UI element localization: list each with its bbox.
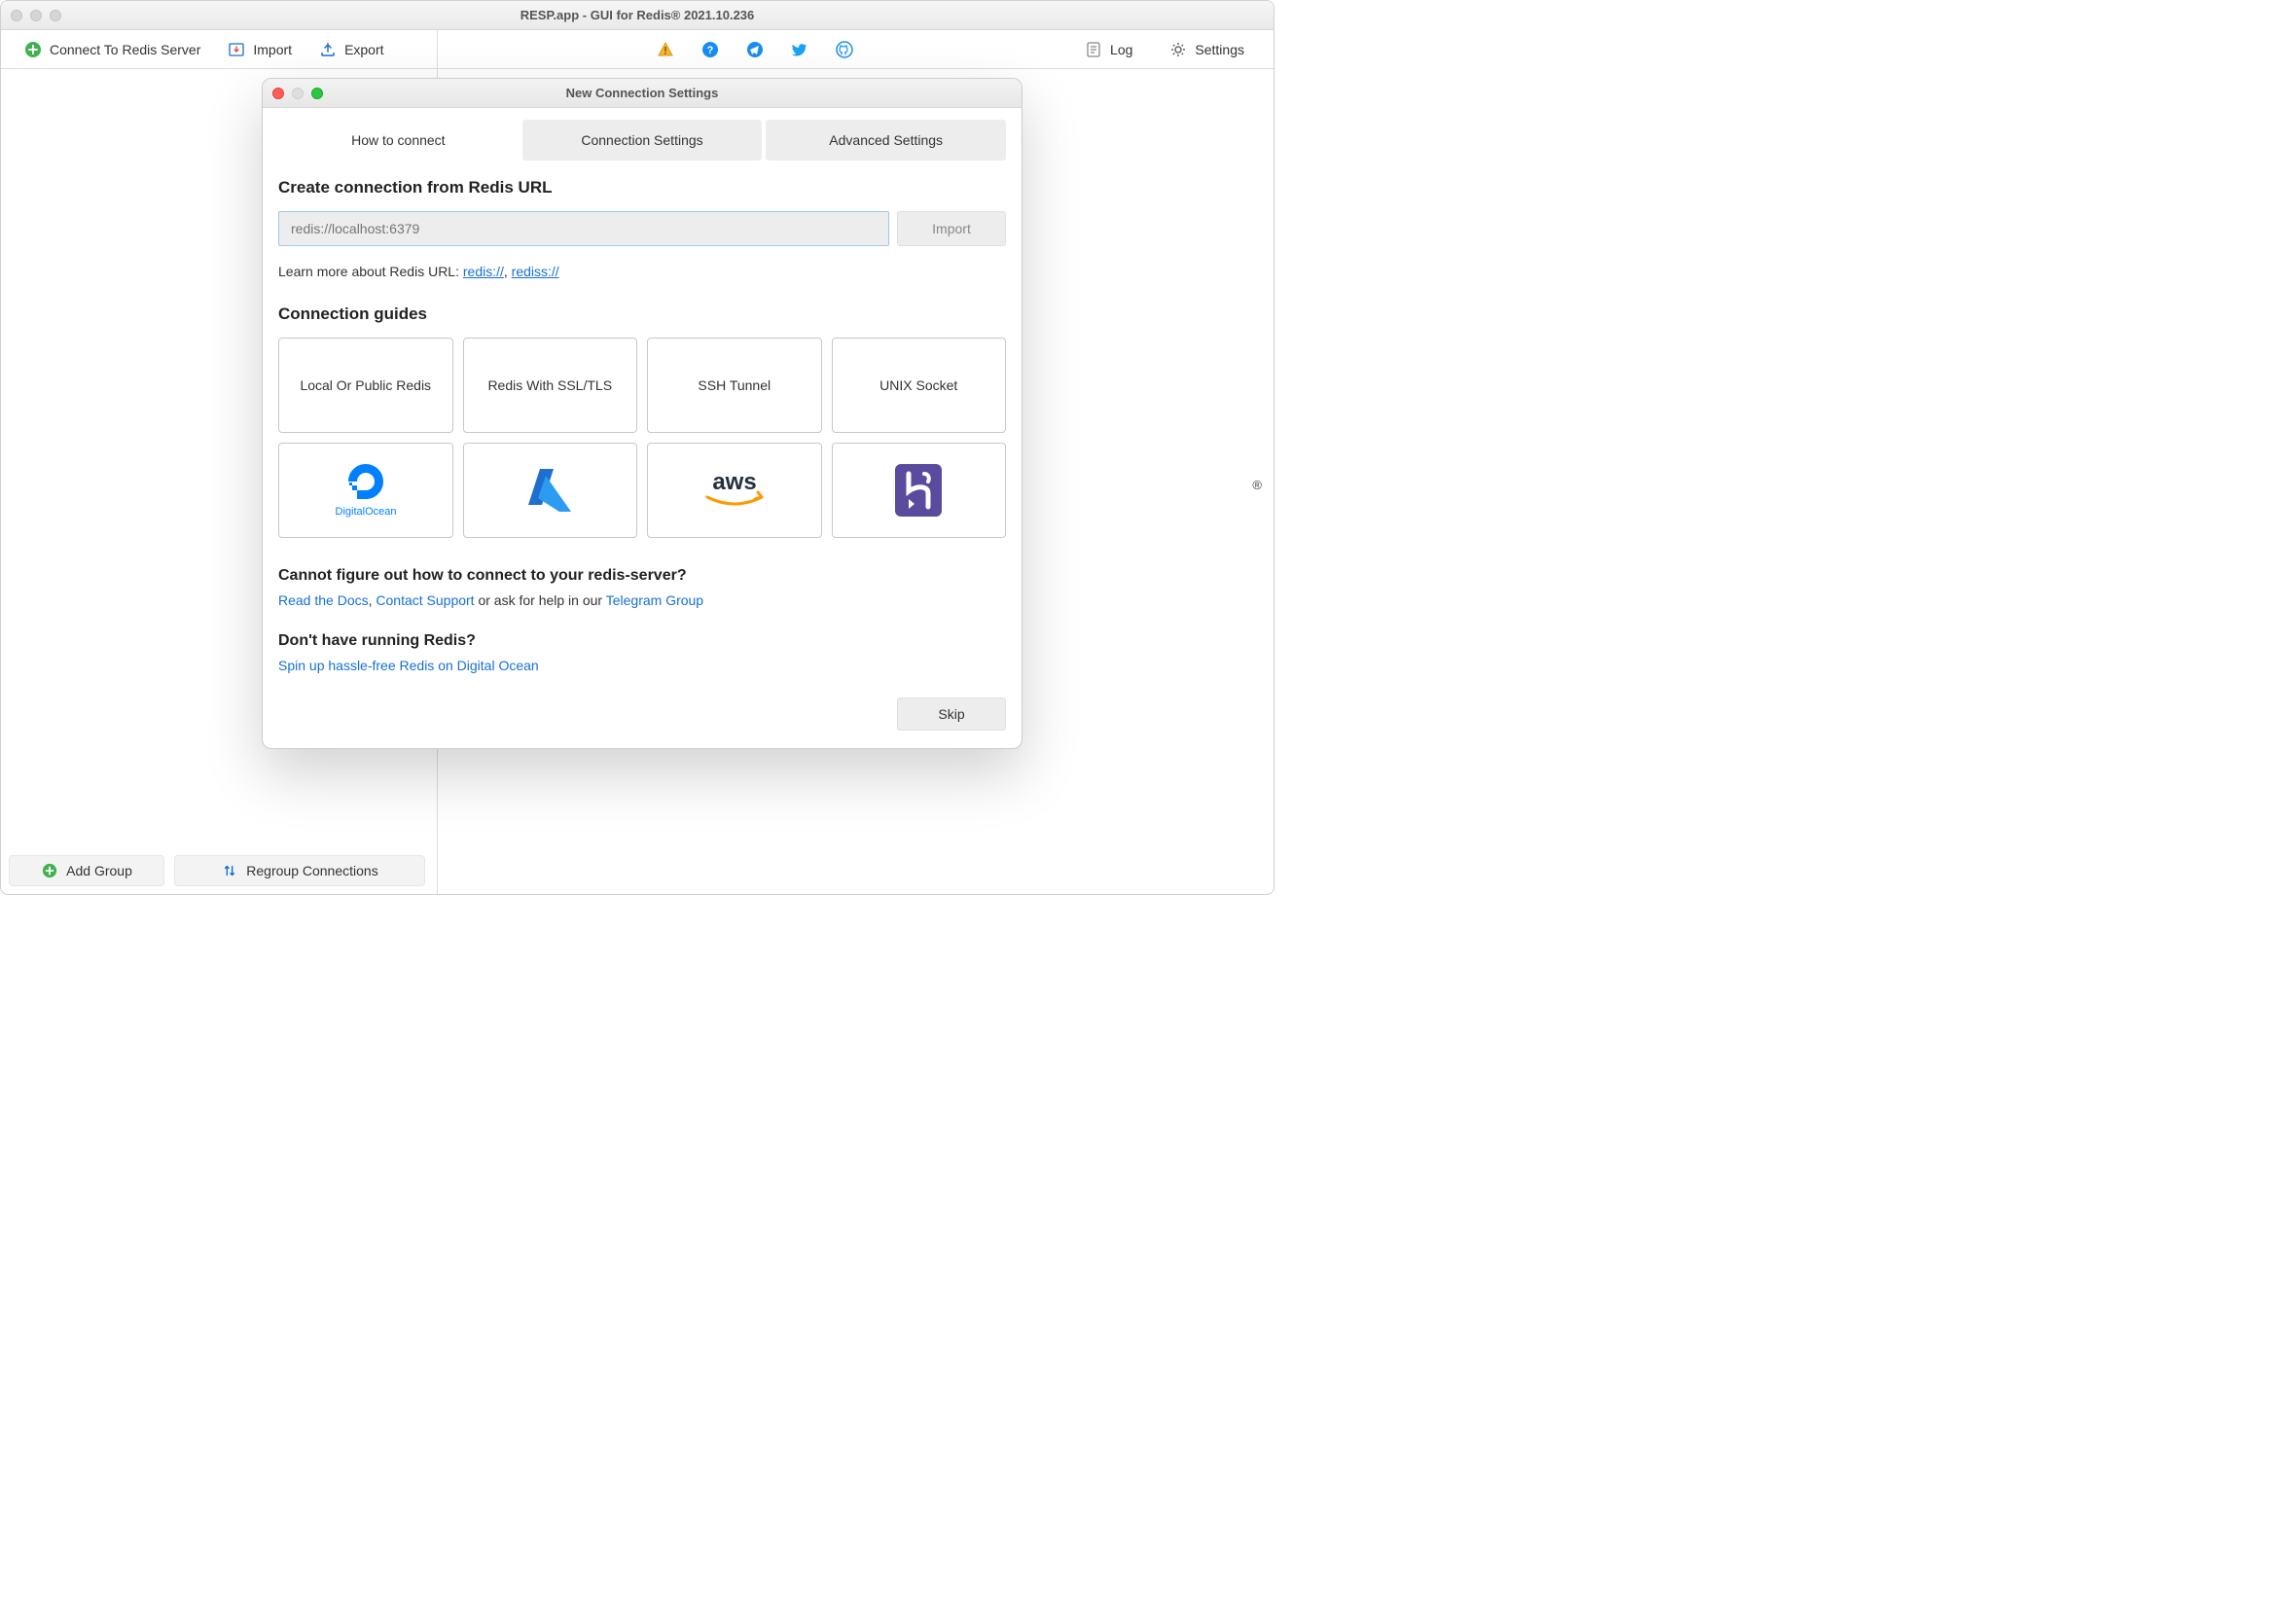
plus-circle-icon — [41, 862, 58, 879]
log-icon — [1085, 41, 1102, 58]
create-url-heading: Create connection from Redis URL — [278, 178, 1006, 197]
regroup-label: Regroup Connections — [246, 863, 377, 878]
cannot-connect-section: Cannot figure out how to connect to your… — [278, 567, 1006, 611]
guides-heading: Connection guides — [278, 304, 1006, 324]
github-icon[interactable] — [836, 41, 853, 58]
no-redis-heading: Don't have running Redis? — [278, 632, 1006, 650]
guide-heroku[interactable] — [832, 443, 1007, 538]
twitter-icon[interactable] — [791, 41, 808, 58]
guide-unix[interactable]: UNIX Socket — [832, 338, 1007, 433]
settings-label: Settings — [1195, 42, 1244, 57]
add-group-button[interactable]: Add Group — [9, 855, 164, 886]
settings-button[interactable]: Settings — [1156, 30, 1258, 68]
sort-arrows-icon — [221, 862, 238, 879]
new-connection-dialog: New Connection Settings How to connect C… — [262, 78, 1022, 749]
plus-circle-icon — [24, 41, 42, 58]
main-titlebar: RESP.app - GUI for Redis® 2021.10.236 — [1, 1, 1274, 30]
toolbar-mid: ? — [438, 30, 1071, 68]
redis-scheme-link[interactable]: redis:// — [463, 264, 504, 279]
digitalocean-icon: DigitalOcean — [322, 456, 410, 524]
toolbar-right: Log Settings — [1071, 30, 1274, 68]
guide-ssh[interactable]: SSH Tunnel — [647, 338, 822, 433]
contact-support-link[interactable]: Contact Support — [376, 592, 474, 608]
guide-azure[interactable] — [463, 443, 638, 538]
telegram-icon[interactable] — [746, 41, 764, 58]
learn-prefix: Learn more about Redis URL: — [278, 264, 463, 279]
sidebar-bottom: Add Group Regroup Connections — [1, 847, 437, 894]
help-icon[interactable]: ? — [701, 41, 719, 58]
window-title: RESP.app - GUI for Redis® 2021.10.236 — [1, 8, 1274, 22]
connect-button[interactable]: Connect To Redis Server — [11, 30, 214, 68]
tab-how-to-connect[interactable]: How to connect — [278, 120, 519, 161]
import-icon — [228, 41, 245, 58]
dialog-body: How to connect Connection Settings Advan… — [263, 108, 1022, 748]
svg-text:DigitalOcean: DigitalOcean — [335, 506, 396, 518]
tab-advanced-settings[interactable]: Advanced Settings — [766, 120, 1006, 161]
spin-up-link[interactable]: Spin up hassle-free Redis on Digital Oce… — [278, 658, 539, 673]
log-label: Log — [1110, 42, 1132, 57]
regroup-button[interactable]: Regroup Connections — [174, 855, 425, 886]
dialog-footer: Skip — [278, 698, 1006, 731]
rediss-scheme-link[interactable]: rediss:// — [512, 264, 559, 279]
svg-text:?: ? — [706, 45, 713, 56]
guide-ssl[interactable]: Redis With SSL/TLS — [463, 338, 638, 433]
warning-icon[interactable] — [657, 41, 674, 58]
dialog-tabs: How to connect Connection Settings Advan… — [278, 120, 1006, 161]
guides-grid: Local Or Public Redis Redis With SSL/TLS… — [278, 338, 1006, 538]
dialog-title: New Connection Settings — [263, 86, 1022, 100]
gear-icon — [1169, 41, 1187, 58]
connect-label: Connect To Redis Server — [50, 42, 200, 57]
heroku-icon — [891, 460, 946, 520]
import-label: Import — [253, 42, 292, 57]
export-label: Export — [344, 42, 383, 57]
tab-connection-settings[interactable]: Connection Settings — [522, 120, 763, 161]
svg-text:aws: aws — [712, 469, 756, 495]
skip-button[interactable]: Skip — [897, 698, 1006, 731]
learn-sep: , — [504, 264, 512, 279]
azure-icon — [520, 461, 579, 519]
add-group-label: Add Group — [66, 863, 132, 878]
cannot-body: Read the Docs, Contact Support or ask fo… — [278, 591, 1006, 611]
log-button[interactable]: Log — [1071, 30, 1146, 68]
cannot-heading: Cannot figure out how to connect to your… — [278, 567, 1006, 585]
import-button[interactable]: Import — [214, 30, 305, 68]
redis-url-input[interactable] — [278, 211, 889, 246]
trademark-text: ® — [1252, 478, 1262, 492]
main-toolbar: Connect To Redis Server Import Export ? — [1, 30, 1274, 69]
export-button[interactable]: Export — [305, 30, 397, 68]
learn-more-line: Learn more about Redis URL: redis://, re… — [278, 264, 1006, 279]
guide-local[interactable]: Local Or Public Redis — [278, 338, 453, 433]
dialog-titlebar: New Connection Settings — [263, 79, 1022, 108]
import-url-button[interactable]: Import — [897, 211, 1006, 246]
read-docs-link[interactable]: Read the Docs — [278, 592, 369, 608]
no-redis-section: Don't have running Redis? Spin up hassle… — [278, 632, 1006, 676]
telegram-group-link[interactable]: Telegram Group — [606, 592, 703, 608]
export-icon — [319, 41, 337, 58]
no-redis-body: Spin up hassle-free Redis on Digital Oce… — [278, 656, 1006, 676]
aws-icon: aws — [696, 466, 773, 515]
guide-aws[interactable]: aws — [647, 443, 822, 538]
url-row: Import — [278, 211, 1006, 246]
toolbar-left: Connect To Redis Server Import Export — [1, 30, 438, 68]
guide-digitalocean[interactable]: DigitalOcean — [278, 443, 453, 538]
